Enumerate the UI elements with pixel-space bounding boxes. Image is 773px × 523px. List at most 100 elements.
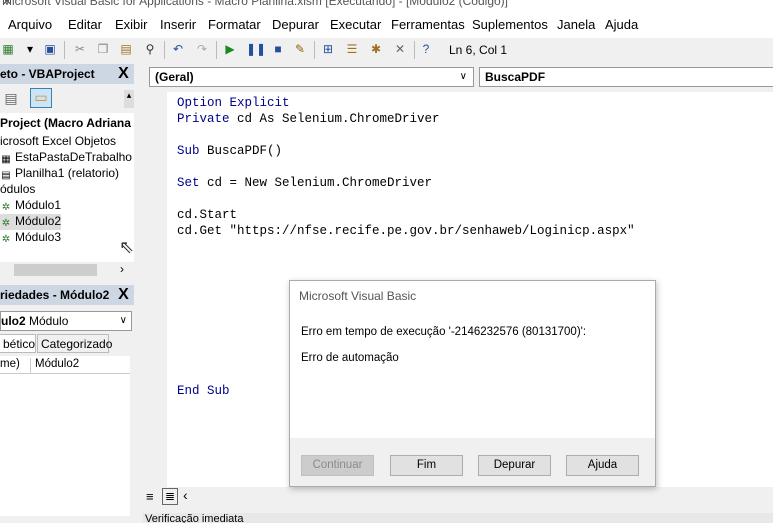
paste-icon[interactable]: ▤ xyxy=(118,41,134,57)
properties-pane-title-text: riedades - Módulo2 xyxy=(0,288,110,302)
tab-categorized[interactable]: Categorizado xyxy=(37,334,112,353)
code-line-end-sub: End Sub xyxy=(177,384,230,398)
menu-formatar[interactable]: Formatar xyxy=(208,17,261,32)
window-title-bar: Microsoft Visual Basic for Applications … xyxy=(0,0,773,12)
end-button[interactable]: Fim xyxy=(390,455,463,476)
toggle-folders-icon[interactable]: ▭ xyxy=(30,88,52,108)
properties-icon[interactable]: ☰ xyxy=(344,41,360,57)
save-icon[interactable]: ▣ xyxy=(42,41,58,57)
debug-button[interactable]: Depurar xyxy=(478,455,551,476)
insert-dropdown-icon[interactable]: ▾ xyxy=(22,41,38,57)
immediate-window-title-text: Verificação imediata xyxy=(145,513,244,523)
project-tree-hscrollbar[interactable]: › xyxy=(0,262,134,279)
worksheet-icon: ▤ xyxy=(1,170,11,181)
design-mode-icon[interactable]: ✎ xyxy=(292,41,308,57)
code-line: cd.Start xyxy=(177,208,238,222)
reset-icon[interactable]: ■ xyxy=(270,41,286,57)
error-dialog: Microsoft Visual Basic Erro em tempo de … xyxy=(289,280,656,487)
dialog-title: Microsoft Visual Basic xyxy=(299,289,417,303)
toolbar-separator xyxy=(64,41,65,59)
menu-depurar[interactable]: Depurar xyxy=(272,17,319,32)
tree-item-label: Módulo3 xyxy=(15,230,62,244)
menu-ferramentas[interactable]: Ferramentas xyxy=(391,17,465,32)
redo-icon[interactable]: ↷ xyxy=(194,41,210,57)
project-tree: Project (Macro Adriana icrosoft Excel Ob… xyxy=(0,113,134,263)
procedure-view-icon[interactable]: ≡ xyxy=(146,489,154,504)
full-module-view-icon[interactable]: ≣ xyxy=(162,488,178,505)
code-line: cd.Get "https://nfse.recife.pe.gov.br/se… xyxy=(177,224,635,238)
standard-toolbar: ▦ ▾ ▣ ✂ ❐ ▤ ⚲ ↶ ↷ ▶ ❚❚ ■ ✎ ⊞ ☰ ✱ ✕ ? Ln … xyxy=(0,38,773,62)
project-explorer-icon[interactable]: ⊞ xyxy=(320,41,336,57)
copy-icon[interactable]: ❐ xyxy=(95,41,111,57)
project-pane-close-button[interactable]: X xyxy=(115,65,132,82)
dialog-error-message: Erro em tempo de execução '-2146232576 (… xyxy=(301,326,587,338)
properties-pane-title: riedades - Módulo2 X xyxy=(0,285,134,305)
procedure-select-value: BuscaPDF xyxy=(485,70,546,84)
mouse-cursor-icon: ⇖ xyxy=(119,237,134,257)
property-name: me) xyxy=(0,358,31,373)
dialog-button-area: Continuar Fim Depurar Ajuda xyxy=(290,438,655,486)
object-browser-icon[interactable]: ✱ xyxy=(368,41,384,57)
module-icon: ✲ xyxy=(1,234,11,245)
tree-project-root[interactable]: Project (Macro Adriana xyxy=(0,116,131,130)
tree-item-label: Módulo2 xyxy=(15,214,62,228)
view-excel-icon[interactable]: ▦ xyxy=(0,41,16,57)
menu-ajuda[interactable]: Ajuda xyxy=(605,17,638,32)
object-select-value: (Geral) xyxy=(155,70,194,84)
run-icon[interactable]: ▶ xyxy=(222,41,238,57)
menu-exibir[interactable]: Exibir xyxy=(115,17,148,32)
properties-pane-close-button[interactable]: X xyxy=(115,286,132,303)
scrollbar-thumb[interactable] xyxy=(14,264,97,276)
scroll-left-icon[interactable]: ‹ xyxy=(183,487,188,503)
toolbox-icon[interactable]: ✕ xyxy=(392,41,408,57)
code-line: Private cd As Selenium.ChromeDriver xyxy=(177,112,440,126)
window-close-button[interactable]: ✕ xyxy=(2,0,759,8)
dialog-error-description: Erro de automação xyxy=(301,352,399,364)
toolbar-separator xyxy=(216,41,217,59)
menu-suplementos[interactable]: Suplementos xyxy=(472,17,548,32)
tree-item-modulo1[interactable]: ✲ Módulo1 xyxy=(0,198,61,214)
tree-item-modulo2[interactable]: ✲ Módulo2 xyxy=(0,214,62,230)
module-icon: ✲ xyxy=(1,202,11,213)
help-button[interactable]: Ajuda xyxy=(566,455,639,476)
code-line: Option Explicit xyxy=(177,96,290,110)
chevron-down-icon: ∨ xyxy=(119,315,127,326)
continue-button[interactable]: Continuar xyxy=(301,455,374,476)
scroll-right-icon[interactable]: › xyxy=(120,262,124,276)
tree-item-estapasta[interactable]: ▦ EstaPastaDeTrabalho xyxy=(0,150,132,166)
pane-splitter[interactable] xyxy=(134,63,142,523)
menu-bar: Arquivo Editar Exibir Inserir Formatar D… xyxy=(0,12,773,38)
module-icon: ✲ xyxy=(1,218,11,229)
tree-item-label: Módulo1 xyxy=(15,198,62,212)
help-icon[interactable]: ? xyxy=(418,41,434,57)
project-pane-title: eto - VBAProject X xyxy=(0,64,134,84)
procedure-select[interactable]: BuscaPDF xyxy=(479,67,773,87)
properties-object-select[interactable]: ulo2 Módulo ∨ xyxy=(0,311,132,331)
toolbar-separator xyxy=(164,41,165,59)
tree-item-modulo3[interactable]: ✲ Módulo3 xyxy=(0,230,61,246)
tree-folder-modules[interactable]: ódulos xyxy=(0,182,35,196)
cut-icon[interactable]: ✂ xyxy=(72,41,88,57)
tab-alphabetic[interactable]: bético xyxy=(0,334,36,353)
properties-tabs: bético Categorizado xyxy=(0,334,134,353)
properties-object-type: Módulo xyxy=(29,314,69,328)
toolbar-separator xyxy=(314,41,315,59)
object-select[interactable]: (Geral) ∨ xyxy=(149,67,474,87)
menu-executar[interactable]: Executar xyxy=(330,17,381,32)
tree-folder-excel-objects[interactable]: icrosoft Excel Objetos xyxy=(0,134,116,148)
view-code-icon[interactable]: ▤ xyxy=(2,90,20,108)
cursor-position: Ln 6, Col 1 xyxy=(444,40,634,60)
menu-janela[interactable]: Janela xyxy=(557,17,595,32)
undo-icon[interactable]: ↶ xyxy=(170,41,186,57)
find-icon[interactable]: ⚲ xyxy=(142,41,158,57)
pane-scroll-up[interactable]: ▴ xyxy=(124,90,134,108)
code-combos-bar: (Geral) ∨ BuscaPDF xyxy=(142,63,773,91)
menu-editar[interactable]: Editar xyxy=(68,17,102,32)
code-line: Set cd = New Selenium.ChromeDriver xyxy=(177,176,433,190)
code-margin[interactable] xyxy=(143,92,168,487)
tree-item-planilha1[interactable]: ▤ Planilha1 (relatorio) xyxy=(0,166,119,182)
property-value[interactable]: Módulo2 xyxy=(35,358,79,370)
menu-arquivo[interactable]: Arquivo xyxy=(8,17,52,32)
pause-icon[interactable]: ❚❚ xyxy=(246,41,266,57)
menu-inserir[interactable]: Inserir xyxy=(160,17,196,32)
